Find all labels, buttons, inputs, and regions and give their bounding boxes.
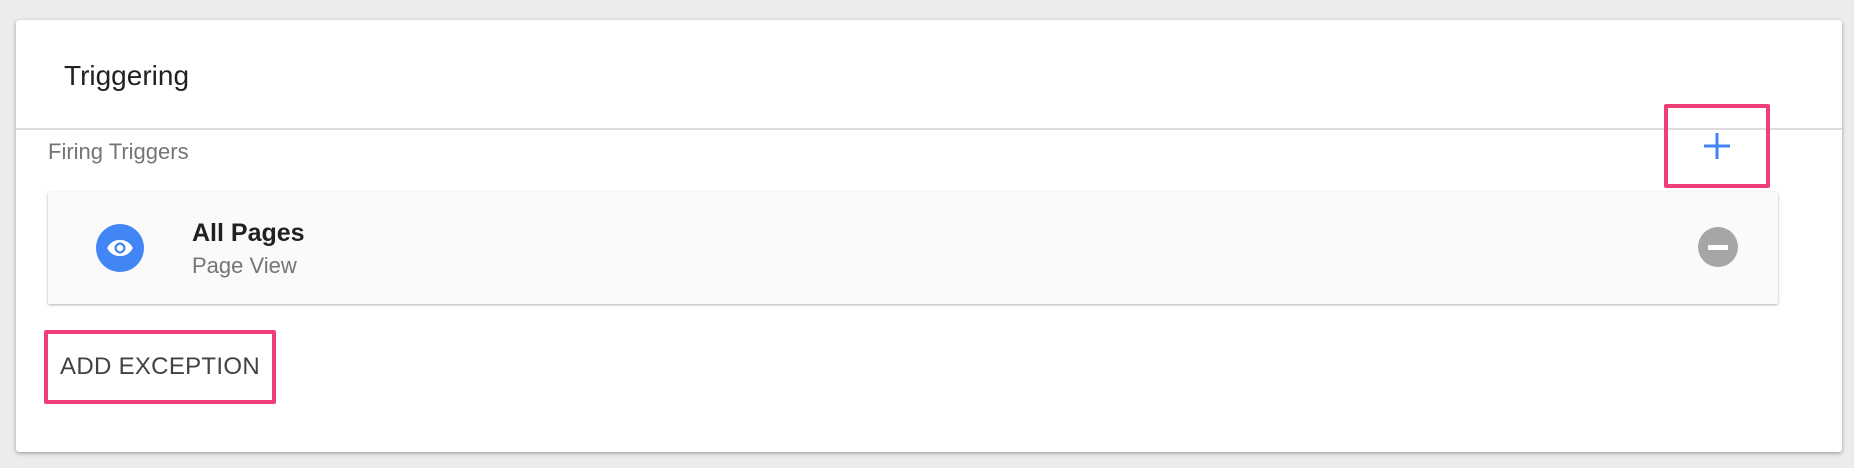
remove-trigger-button[interactable] xyxy=(1698,227,1738,267)
card-header: Triggering xyxy=(16,20,1842,130)
trigger-type: Page View xyxy=(192,253,297,278)
plus-icon xyxy=(1704,133,1730,159)
trigger-type-badge xyxy=(96,224,144,272)
trigger-name: All Pages xyxy=(192,219,305,247)
minus-circle-icon xyxy=(1708,244,1728,250)
card-title: Triggering xyxy=(64,60,190,91)
firing-triggers-label: Firing Triggers xyxy=(48,139,189,164)
eye-icon xyxy=(107,239,133,257)
add-exception-button[interactable]: ADD EXCEPTION xyxy=(44,330,276,404)
add-trigger-button[interactable] xyxy=(1664,104,1770,188)
trigger-row-all-pages[interactable] xyxy=(48,192,1778,304)
